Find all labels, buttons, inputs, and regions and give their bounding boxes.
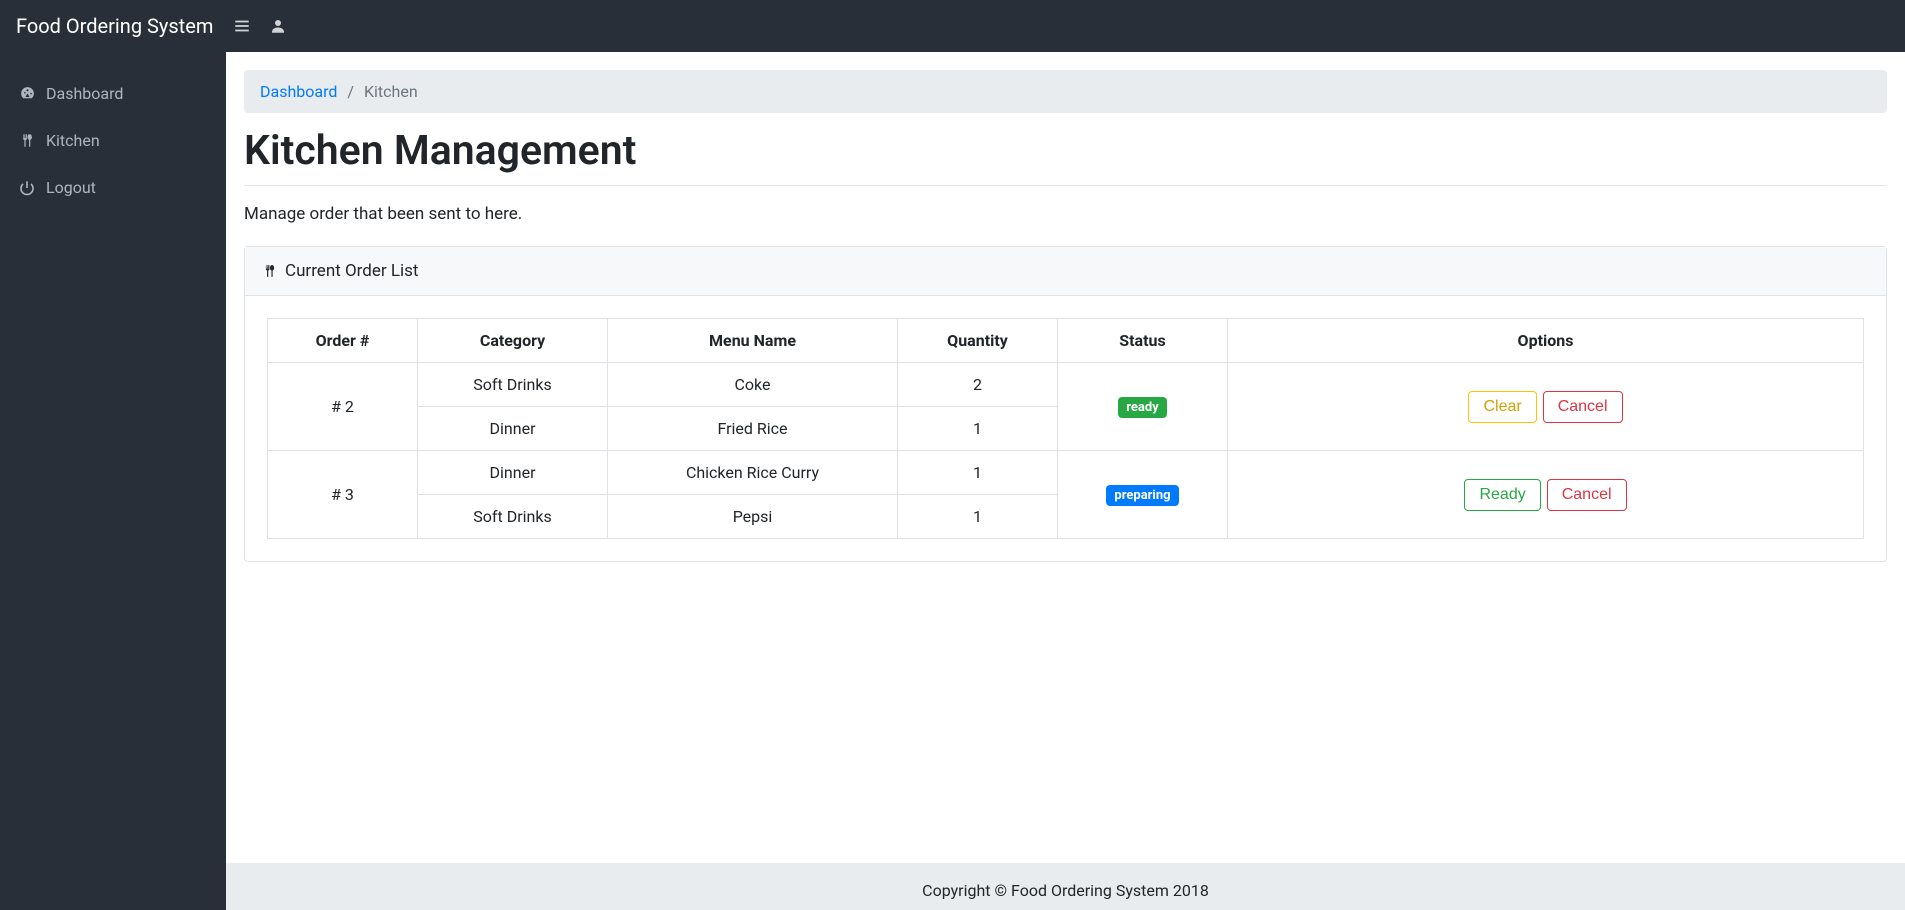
status-badge: ready (1118, 397, 1166, 418)
cell-options: ReadyCancel (1228, 451, 1864, 539)
cell-status: preparing (1058, 451, 1228, 539)
sidebar-item-label: Logout (46, 178, 96, 197)
cell-order-no: # 3 (268, 451, 418, 539)
breadcrumb: Dashboard / Kitchen (244, 70, 1887, 113)
sidebar-item-kitchen[interactable]: Kitchen (0, 117, 226, 164)
table-row: # 3DinnerChicken Rice Curry1preparingRea… (268, 451, 1864, 495)
cell-category: Dinner (418, 451, 608, 495)
footer: Copyright © Food Ordering System 2018 (226, 863, 1905, 910)
page-title: Kitchen Management (244, 127, 1887, 175)
card-header: Current Order List (245, 247, 1886, 296)
col-category: Category (418, 319, 608, 363)
top-navbar: Food Ordering System (0, 0, 1905, 52)
table-row: # 2Soft DrinksCoke2readyClearCancel (268, 363, 1864, 407)
cell-category: Soft Drinks (418, 363, 608, 407)
sidebar-item-label: Dashboard (46, 84, 123, 103)
main-panel: Dashboard / Kitchen Kitchen Management M… (226, 52, 1905, 910)
order-table: Order # Category Menu Name Quantity Stat… (267, 318, 1864, 539)
col-options: Options (1228, 319, 1864, 363)
table-header-row: Order # Category Menu Name Quantity Stat… (268, 319, 1864, 363)
col-menu: Menu Name (608, 319, 898, 363)
menu-toggle-icon[interactable] (233, 17, 251, 35)
utensils-icon (18, 132, 36, 149)
user-icon[interactable] (269, 17, 287, 35)
cell-qty: 2 (898, 363, 1058, 407)
breadcrumb-current: Kitchen (364, 82, 418, 101)
breadcrumb-separator: / (347, 82, 354, 101)
cancel-button[interactable]: Cancel (1547, 479, 1627, 511)
divider (244, 185, 1887, 186)
status-badge: preparing (1106, 485, 1178, 506)
cell-qty: 1 (898, 407, 1058, 451)
app-brand[interactable]: Food Ordering System (16, 14, 213, 38)
cell-menu: Fried Rice (608, 407, 898, 451)
cell-order-no: # 2 (268, 363, 418, 451)
cancel-button[interactable]: Cancel (1543, 391, 1623, 423)
sidebar-item-dashboard[interactable]: Dashboard (0, 70, 226, 117)
footer-text: Copyright © Food Ordering System 2018 (922, 881, 1209, 900)
utensils-icon (263, 263, 277, 279)
cell-status: ready (1058, 363, 1228, 451)
col-status: Status (1058, 319, 1228, 363)
col-qty: Quantity (898, 319, 1058, 363)
clear-button[interactable]: Clear (1468, 391, 1536, 423)
ready-button[interactable]: Ready (1464, 479, 1540, 511)
card-title: Current Order List (285, 261, 419, 281)
cell-menu: Chicken Rice Curry (608, 451, 898, 495)
cell-category: Dinner (418, 407, 608, 451)
sidebar-item-logout[interactable]: Logout (0, 164, 226, 211)
cell-options: ClearCancel (1228, 363, 1864, 451)
col-order: Order # (268, 319, 418, 363)
sidebar: Dashboard Kitchen Logout (0, 52, 226, 910)
cell-category: Soft Drinks (418, 495, 608, 539)
page-subtitle: Manage order that been sent to here. (244, 204, 1887, 224)
sidebar-item-label: Kitchen (46, 131, 100, 150)
order-list-card: Current Order List Order # Category Menu… (244, 246, 1887, 562)
cell-qty: 1 (898, 451, 1058, 495)
breadcrumb-root-link[interactable]: Dashboard (260, 82, 337, 101)
cell-menu: Pepsi (608, 495, 898, 539)
power-icon (18, 180, 36, 196)
cell-qty: 1 (898, 495, 1058, 539)
cell-menu: Coke (608, 363, 898, 407)
gauge-icon (18, 85, 36, 102)
